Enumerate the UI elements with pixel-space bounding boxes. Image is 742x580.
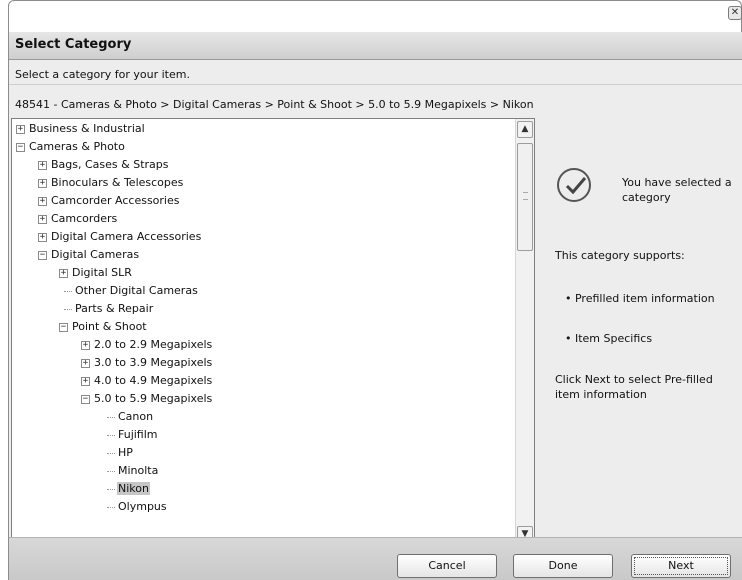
expand-icon[interactable]: +	[38, 178, 47, 188]
tree-scrollbar[interactable]: ▲ ▼	[515, 119, 534, 545]
tree-item-label: 5.0 to 5.9 Megapixels	[94, 392, 213, 405]
feature-item-specifics: • Item Specifics	[565, 332, 653, 345]
tree-item-label: Nikon	[117, 482, 150, 495]
feature-prefilled: • Prefilled item information	[565, 292, 715, 305]
window-titlebar: ✕	[8, 0, 742, 32]
tree-item-business-industrial[interactable]: + Business & Industrial	[16, 120, 146, 138]
tree-item-label: 3.0 to 3.9 Megapixels	[94, 356, 213, 369]
dialog-footer: Cancel Done Next	[9, 537, 742, 580]
expand-icon[interactable]: +	[59, 268, 68, 278]
tree-item-label: Bags, Cases & Straps	[51, 158, 169, 171]
divider	[9, 84, 742, 85]
tree-item-label: Digital Camera Accessories	[51, 230, 202, 243]
next-button-label: Next	[634, 557, 728, 575]
tree-connector	[107, 506, 115, 508]
selected-message: You have selected a category	[622, 176, 732, 204]
collapse-icon[interactable]: −	[16, 142, 25, 152]
tree-item-label: Olympus	[118, 500, 167, 513]
tree-item-5-0-to-5-9-megapixels[interactable]: −5.0 to 5.9 Megapixels	[81, 390, 213, 408]
category-tree[interactable]: + Business & Industrial − Cameras & Photo …	[11, 118, 535, 546]
tree-item-minolta[interactable]: Minolta	[107, 462, 159, 480]
grip-icon	[523, 192, 528, 200]
tree-item-digital-camera-accessories[interactable]: + Digital Camera Accessories	[38, 228, 202, 246]
tree-connector	[107, 434, 115, 436]
tree-item-3-0-to-3-9-megapixels[interactable]: +3.0 to 3.9 Megapixels	[81, 354, 213, 372]
expand-icon[interactable]: +	[81, 376, 90, 386]
tree-item-label: Point & Shoot	[72, 320, 147, 333]
collapse-icon[interactable]: −	[81, 394, 90, 404]
tree-item-digital-cameras[interactable]: − Digital Cameras	[38, 246, 140, 264]
instruction-text: Select a category for your item.	[15, 68, 190, 81]
tree-item-camcorder-accessories[interactable]: + Camcorder Accessories	[38, 192, 180, 210]
cancel-button[interactable]: Cancel	[397, 554, 497, 578]
next-button[interactable]: Next	[631, 554, 731, 578]
tree-item-label: Parts & Repair	[75, 302, 154, 315]
select-category-dialog: Select Category Select a category for yo…	[8, 32, 742, 580]
tree-connector	[107, 452, 115, 454]
scrollbar-thumb[interactable]	[517, 143, 533, 251]
expand-icon[interactable]: +	[81, 358, 90, 368]
collapse-icon[interactable]: −	[59, 322, 68, 332]
check-circle-icon	[557, 168, 591, 202]
tree-item-label: Other Digital Cameras	[75, 284, 198, 297]
tree-item-point-shoot[interactable]: − Point & Shoot	[59, 318, 148, 336]
expand-icon[interactable]: +	[38, 160, 47, 170]
category-tree-list: + Business & Industrial − Cameras & Photo …	[12, 119, 514, 545]
expand-icon[interactable]: +	[38, 232, 47, 242]
tree-item-canon[interactable]: Canon	[107, 408, 154, 426]
tree-item-label: Digital SLR	[72, 266, 132, 279]
tree-item-label: Digital Cameras	[51, 248, 140, 261]
tree-item-label: 2.0 to 2.9 Megapixels	[94, 338, 213, 351]
tree-item-cameras-photo[interactable]: − Cameras & Photo	[16, 138, 126, 156]
dialog-header: Select Category	[9, 32, 742, 60]
tree-item-olympus[interactable]: Olympus	[107, 498, 168, 516]
collapse-icon[interactable]: −	[38, 250, 47, 260]
tree-item-label: HP	[118, 446, 133, 459]
expand-icon[interactable]: +	[38, 196, 47, 206]
tree-item-label: Fujifilm	[118, 428, 158, 441]
tree-item-4-0-to-4-9-megapixels[interactable]: +4.0 to 4.9 Megapixels	[81, 372, 213, 390]
expand-icon[interactable]: +	[16, 124, 25, 134]
tree-connector	[64, 290, 72, 292]
tree-item-label: Business & Industrial	[29, 122, 145, 135]
tree-connector	[107, 488, 115, 490]
tree-item-label: Camcorders	[51, 212, 118, 225]
tree-connector	[64, 308, 72, 310]
tree-item-digital-slr[interactable]: + Digital SLR	[59, 264, 133, 282]
scroll-up-icon[interactable]: ▲	[517, 121, 533, 138]
tree-item-2-0-to-2-9-megapixels[interactable]: +2.0 to 2.9 Megapixels	[81, 336, 213, 354]
next-hint: Click Next to select Pre-filled item inf…	[555, 373, 713, 401]
dialog-title: Select Category	[15, 37, 132, 52]
supports-label: This category supports:	[555, 249, 685, 262]
tree-item-label: Minolta	[118, 464, 159, 477]
expand-icon[interactable]: +	[38, 214, 47, 224]
tree-item-label: Cameras & Photo	[29, 140, 125, 153]
tree-connector	[107, 470, 115, 472]
tree-item-bags-cases-straps[interactable]: + Bags, Cases & Straps	[38, 156, 170, 174]
tree-item-parts-repair[interactable]: Parts & Repair	[64, 300, 154, 318]
tree-connector	[107, 416, 115, 418]
tree-item-hp[interactable]: HP	[107, 444, 134, 462]
tree-item-fujifilm[interactable]: Fujifilm	[107, 426, 159, 444]
tree-item-label: Canon	[118, 410, 154, 423]
category-breadcrumb: 48541 - Cameras & Photo > Digital Camera…	[15, 98, 534, 111]
tree-item-camcorders[interactable]: + Camcorders	[38, 210, 118, 228]
tree-item-label: Camcorder Accessories	[51, 194, 180, 207]
tree-item-binoculars-telescopes[interactable]: + Binoculars & Telescopes	[38, 174, 184, 192]
tree-item-other-digital-cameras[interactable]: Other Digital Cameras	[64, 282, 199, 300]
tree-item-label: 4.0 to 4.9 Megapixels	[94, 374, 213, 387]
expand-icon[interactable]: +	[81, 340, 90, 350]
done-button[interactable]: Done	[513, 554, 613, 578]
close-icon[interactable]: ✕	[728, 6, 742, 20]
tree-item-label: Binoculars & Telescopes	[51, 176, 184, 189]
tree-item-nikon[interactable]: Nikon	[107, 480, 150, 498]
